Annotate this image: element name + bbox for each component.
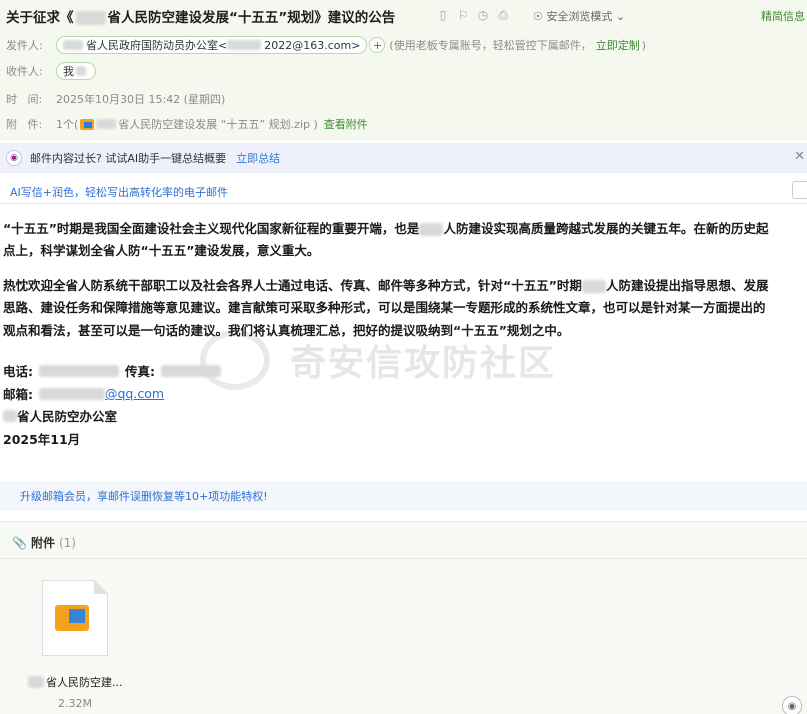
add-contact-button[interactable]: + bbox=[369, 37, 386, 53]
recipient-pill[interactable]: 我 bbox=[56, 62, 96, 80]
sender-note-end: ) bbox=[641, 38, 647, 52]
redacted-text bbox=[581, 280, 606, 293]
attach-count: 1个( bbox=[56, 118, 79, 131]
email-link[interactable]: @qq.com bbox=[105, 386, 164, 401]
view-attachment-link[interactable]: 查看附件 bbox=[324, 116, 368, 132]
redacted-text bbox=[3, 409, 17, 422]
office-name: 省人民防空办公室 bbox=[17, 409, 118, 424]
shield-icon: ☉ bbox=[533, 10, 543, 23]
body-p2-line2: 思路、建设任务和保障措施等意见建议。建言献策可采取多种形式，可以是围绕某一专题形… bbox=[3, 300, 766, 315]
ai-write-link[interactable]: AI写信+润色，轻松写出高转化率的电子邮件 bbox=[10, 184, 228, 200]
attachments-panel: 📎 附件 (1) 省人民防空建... 2.32M bbox=[0, 521, 807, 714]
zip-file-icon bbox=[80, 118, 95, 130]
ai-summary-bar: ◉ 邮件内容过长? 试试AI助手一键总结概要 立即总结 ✕ bbox=[0, 143, 807, 173]
scroll-top-icon[interactable]: ◉ bbox=[782, 696, 802, 714]
phone-line: 电话: 传真: bbox=[3, 361, 221, 380]
redacted-text bbox=[28, 676, 44, 688]
date-line: 2025年11月 bbox=[3, 432, 81, 447]
attachment-file-size: 2.32M bbox=[58, 697, 92, 710]
from-label: 发件人: bbox=[6, 39, 43, 52]
redacted-text bbox=[76, 66, 86, 76]
time-value: 2025年10月30日 15:42 (星期四) bbox=[56, 93, 226, 106]
compact-info-link[interactable]: 精简信息 bbox=[761, 8, 805, 24]
divider bbox=[0, 203, 807, 204]
close-icon[interactable]: ✕ bbox=[794, 149, 805, 164]
bookmark-icon[interactable]: ▯ bbox=[436, 8, 450, 22]
divider bbox=[0, 558, 807, 559]
print-icon[interactable]: ⎙ bbox=[496, 8, 510, 22]
text-fragment: 热忱欢迎全省人防系统干部职工以及社会各界人士通过电话、传真、邮件等多种方式，针对… bbox=[3, 278, 582, 293]
text-fragment: 人防建设提出指导思想、发展 bbox=[605, 278, 769, 293]
body-p2-line1: 热忱欢迎全省人防系统干部职工以及社会各界人士通过电话、传真、邮件等多种方式，针对… bbox=[3, 275, 768, 297]
text-fragment: 人防建设实现高质量跨越式发展的关键五年。在新的历史起 bbox=[443, 221, 769, 236]
header-toolbar: ▯ ⚐ ◷ ⎙ bbox=[436, 8, 510, 23]
email-label: 邮箱: bbox=[3, 387, 33, 402]
to-label: 收件人: bbox=[6, 65, 43, 78]
summarize-now-link[interactable]: 立即总结 bbox=[236, 150, 280, 166]
attachments-count: (1) bbox=[58, 535, 76, 550]
sender-name: 省人民政府国防动员办公室< bbox=[86, 39, 228, 52]
fax-label: 传真: bbox=[125, 364, 155, 379]
mail-subject: 关于征求《 省人民防空建设发展“十五五”规划》建议的公告 bbox=[6, 6, 395, 26]
text-fragment: “十五五”时期是我国全面建设社会主义现代化国家新征程的重要开端，也是 bbox=[3, 221, 420, 236]
sender-pill[interactable]: 省人民政府国防动员办公室< 2022@163.com> bbox=[56, 36, 368, 54]
upgrade-banner[interactable]: 升级邮箱会员，享邮件误删恢复等10+项功能特权! bbox=[0, 481, 807, 511]
body-p2-line3: 观点和看法，甚至可以是一句话的建议。我们将认真梳理汇总，把好的提议吸纳到“十五五… bbox=[3, 323, 570, 338]
time-label: 时 间: bbox=[6, 93, 43, 106]
ai-assistant-icon: ◉ bbox=[6, 150, 22, 166]
ai-summary-prompt: 邮件内容过长? 试试AI助手一键总结概要 bbox=[30, 152, 227, 165]
sender-address: 2022@163.com> bbox=[264, 38, 361, 52]
attachments-title: 附件 bbox=[30, 536, 55, 550]
redacted-text bbox=[63, 40, 83, 50]
attach-name: 省人民防空建设发展 “十五五” 规划.zip ) bbox=[118, 118, 318, 131]
attachment-name-text: 省人民防空建... bbox=[46, 676, 123, 689]
redacted-text bbox=[419, 223, 444, 236]
email-line: 邮箱: @qq.com bbox=[3, 384, 164, 403]
flag-icon[interactable]: ⚐ bbox=[456, 8, 470, 22]
sender-note: (使用老板专属账号，轻松管控下属邮件， bbox=[389, 39, 592, 52]
attachment-file-thumbnail[interactable] bbox=[42, 580, 108, 656]
body-p1-line1: “十五五”时期是我国全面建设社会主义现代化国家新征程的重要开端，也是 人防建设实现… bbox=[3, 218, 768, 240]
upgrade-text: 升级邮箱会员，享邮件误删恢复等10+项功能特权! bbox=[20, 490, 268, 503]
office-line: 省人民防空办公室 bbox=[3, 406, 117, 425]
subject-suffix: 省人民防空建设发展“十五五”规划》建议的公告 bbox=[107, 10, 396, 26]
from-row: 发件人: 省人民政府国防动员办公室< 2022@163.com> + (使用老板… bbox=[6, 36, 646, 54]
to-row: 收件人: 我 bbox=[6, 62, 96, 80]
recipient-name: 我 bbox=[63, 65, 74, 78]
body-p1-line2: 点上，科学谋划全省人防“十五五”建设发展，意义重大。 bbox=[3, 243, 320, 258]
attach-label: 附 件: bbox=[6, 118, 43, 131]
attachment-file-name[interactable]: 省人民防空建... bbox=[28, 674, 123, 690]
zip-folder-icon bbox=[55, 605, 89, 631]
phone-label: 电话: bbox=[3, 364, 33, 379]
redacted-text bbox=[39, 364, 119, 377]
time-row: 时 间: 2025年10月30日 15:42 (星期四) bbox=[6, 91, 225, 107]
redacted-text bbox=[75, 11, 106, 25]
subject-prefix: 关于征求《 bbox=[6, 10, 74, 26]
redacted-text bbox=[96, 119, 117, 129]
customize-link[interactable]: 立即定制 bbox=[596, 37, 640, 53]
chevron-down-icon: ⌄ bbox=[615, 10, 626, 23]
attach-row: 附 件: 1个( 省人民防空建设发展 “十五五” 规划.zip ) 查看附件 bbox=[6, 116, 368, 132]
redacted-text bbox=[161, 364, 221, 377]
safe-mode-toggle[interactable]: ☉ 安全浏览模式 ⌄ bbox=[533, 8, 625, 24]
paperclip-icon: 📎 bbox=[12, 535, 27, 550]
clock-icon[interactable]: ◷ bbox=[476, 8, 490, 22]
expand-icon[interactable] bbox=[792, 181, 807, 199]
attachments-header: 📎 附件 (1) bbox=[12, 534, 76, 551]
redacted-text bbox=[227, 40, 262, 50]
redacted-text bbox=[39, 387, 105, 400]
safe-mode-label: 安全浏览模式 bbox=[546, 10, 613, 23]
